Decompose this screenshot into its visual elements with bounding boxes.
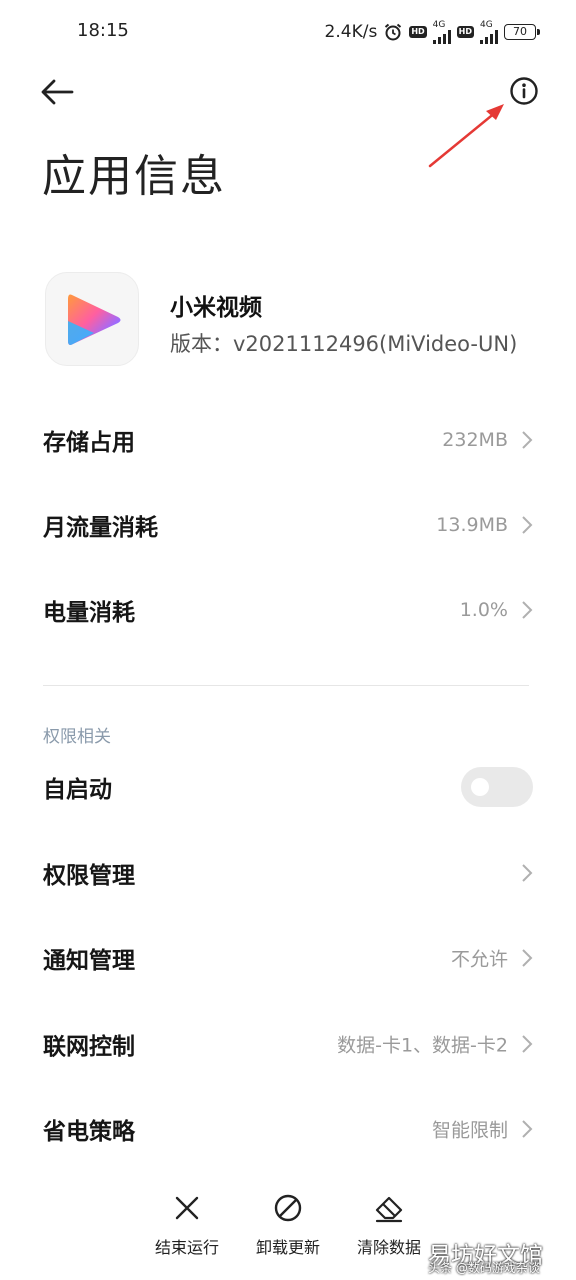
clear-data-button[interactable]: 清除数据 [344, 1192, 434, 1262]
signal-sim1: 4G [432, 19, 451, 44]
row-label: 权限管理 [43, 863, 135, 889]
row-value: 13.9MB [436, 514, 508, 536]
eraser-icon [375, 1196, 403, 1223]
row-label: 通知管理 [43, 948, 135, 974]
signal-sim2: 4G [480, 19, 498, 44]
row-value: 1.0% [459, 599, 508, 621]
chevron-right-icon [522, 516, 533, 534]
watermark-sub: 头条 @数码游戏杂谈 [428, 1261, 540, 1275]
network-type-1: 4G [432, 19, 446, 30]
uninstall-updates-button[interactable]: 卸载更新 [243, 1192, 333, 1262]
hd-badge-2: HD [456, 26, 474, 38]
annotation-arrow-icon [428, 104, 504, 168]
data-usage-row[interactable]: 月流量消耗 13.9MB [0, 495, 576, 555]
battery-usage-row[interactable]: 电量消耗 1.0% [0, 580, 576, 640]
back-button[interactable] [36, 72, 80, 112]
chevron-right-icon [522, 949, 533, 967]
row-label: 自启动 [43, 777, 112, 803]
hd-badge-1: HD [409, 26, 427, 38]
row-label: 电量消耗 [43, 600, 135, 626]
status-bar: 18:15 2.4K/s HD 4G HD 4G 70 [0, 0, 576, 64]
section-title-permissions: 权限相关 [43, 727, 111, 747]
row-label: 月流量消耗 [43, 515, 158, 541]
row-label: 存储占用 [43, 430, 135, 456]
signal-bars-2-icon [480, 29, 498, 44]
chevron-right-icon [522, 1120, 533, 1138]
power-saving-row[interactable]: 省电策略 智能限制 [0, 1099, 576, 1159]
chevron-right-icon [522, 864, 533, 882]
row-value: 232MB [442, 429, 508, 451]
status-indicators: 2.4K/s HD 4G HD 4G 70 [324, 19, 540, 44]
chevron-right-icon [522, 431, 533, 449]
storage-usage-row[interactable]: 存储占用 232MB [0, 410, 576, 470]
play-logo-icon [68, 294, 121, 345]
autostart-toggle[interactable] [461, 767, 533, 807]
permission-management-row[interactable]: 权限管理 [0, 843, 576, 903]
section-divider [43, 685, 529, 686]
row-value: 智能限制 [431, 1119, 508, 1142]
battery-icon: 70 [504, 24, 540, 40]
network-type-2: 4G [480, 19, 493, 30]
row-label: 省电策略 [43, 1119, 135, 1145]
notification-management-row[interactable]: 通知管理 不允许 [0, 928, 576, 988]
status-time: 18:15 [77, 20, 129, 41]
prohibit-icon [274, 1194, 302, 1222]
row-value: 数据-卡1、数据-卡2 [337, 1034, 508, 1057]
signal-bars-1-icon [432, 29, 451, 44]
watermark: 易坊好文馆 头条 @数码游戏杂谈 [428, 1236, 568, 1276]
row-label: 联网控制 [43, 1034, 135, 1060]
toggle-knob [471, 778, 489, 796]
alarm-icon [385, 23, 402, 41]
app-name: 小米视频 [170, 295, 262, 321]
close-x-icon [175, 1196, 199, 1220]
force-stop-button[interactable]: 结束运行 [142, 1192, 232, 1262]
app-icon [45, 272, 139, 366]
arrow-left-icon [41, 79, 74, 105]
action-label: 清除数据 [356, 1238, 421, 1257]
page-title: 应用信息 [42, 151, 226, 202]
app-version: 版本：v2021112496(MiVideo-UN) [170, 332, 518, 356]
action-label: 结束运行 [154, 1238, 219, 1257]
network-speed: 2.4K/s [324, 22, 378, 42]
chevron-right-icon [522, 1035, 533, 1053]
row-value: 不允许 [450, 948, 508, 971]
action-label: 卸载更新 [255, 1238, 320, 1257]
network-control-row[interactable]: 联网控制 数据-卡1、数据-卡2 [0, 1014, 576, 1074]
chevron-right-icon [522, 601, 533, 619]
